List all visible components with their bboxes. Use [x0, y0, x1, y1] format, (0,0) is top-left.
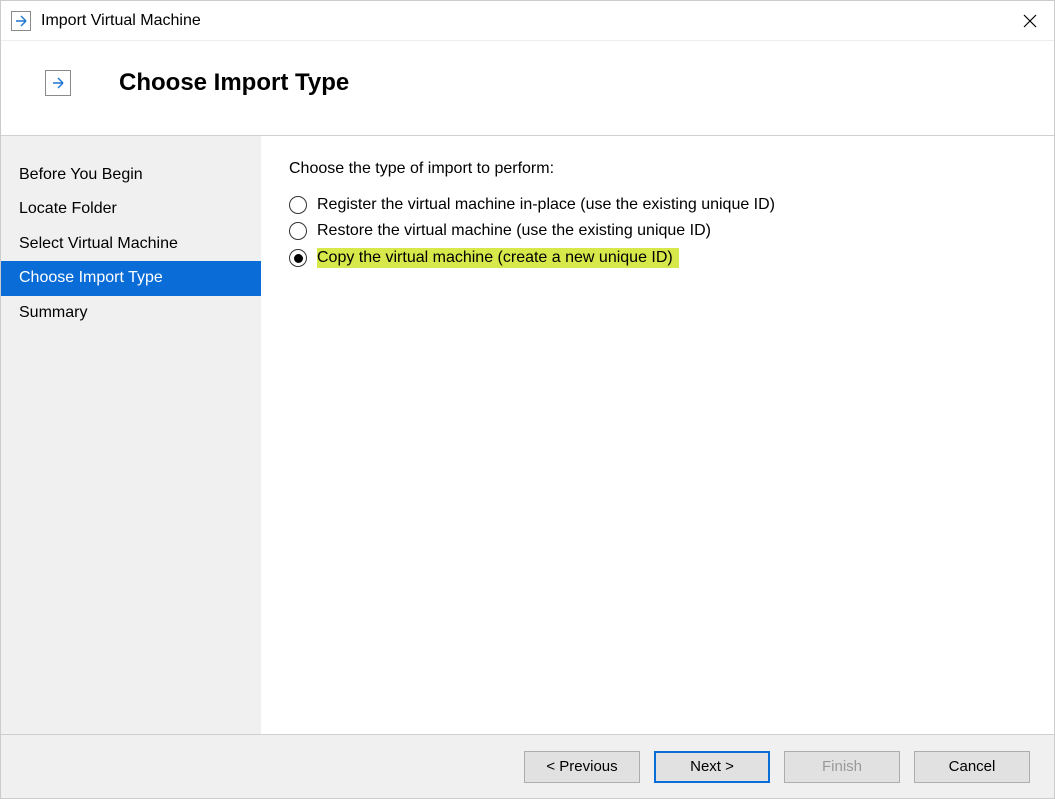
close-button[interactable]	[1006, 1, 1054, 40]
wizard-body: Before You Begin Locate Folder Select Vi…	[1, 135, 1054, 734]
import-icon	[45, 70, 71, 96]
next-button[interactable]: Next >	[654, 751, 770, 783]
option-restore[interactable]: Restore the virtual machine (use the exi…	[289, 222, 1026, 240]
import-vm-wizard-window: Import Virtual Machine Choose Import Typ…	[0, 0, 1055, 799]
step-choose-import-type[interactable]: Choose Import Type	[1, 261, 261, 295]
radio-copy[interactable]	[289, 249, 307, 267]
step-before-you-begin[interactable]: Before You Begin	[1, 158, 261, 192]
wizard-steps-sidebar: Before You Begin Locate Folder Select Vi…	[1, 136, 261, 734]
window-title: Import Virtual Machine	[41, 12, 1006, 30]
page-title: Choose Import Type	[119, 69, 349, 97]
import-type-prompt: Choose the type of import to perform:	[289, 160, 1026, 178]
previous-button[interactable]: < Previous	[524, 751, 640, 783]
step-summary[interactable]: Summary	[1, 296, 261, 330]
option-restore-label: Restore the virtual machine (use the exi…	[317, 222, 711, 240]
step-select-virtual-machine[interactable]: Select Virtual Machine	[1, 227, 261, 261]
finish-button: Finish	[784, 751, 900, 783]
option-copy-label: Copy the virtual machine (create a new u…	[317, 248, 679, 268]
import-icon	[11, 11, 31, 31]
cancel-button[interactable]: Cancel	[914, 751, 1030, 783]
radio-restore[interactable]	[289, 222, 307, 240]
step-locate-folder[interactable]: Locate Folder	[1, 192, 261, 226]
close-icon	[1023, 14, 1037, 28]
radio-register[interactable]	[289, 196, 307, 214]
option-copy[interactable]: Copy the virtual machine (create a new u…	[289, 248, 1026, 268]
wizard-content: Choose the type of import to perform: Re…	[261, 136, 1054, 734]
titlebar: Import Virtual Machine	[1, 1, 1054, 41]
option-register-label: Register the virtual machine in-place (u…	[317, 196, 775, 214]
wizard-header: Choose Import Type	[1, 41, 1054, 135]
option-register-in-place[interactable]: Register the virtual machine in-place (u…	[289, 196, 1026, 214]
wizard-footer: < Previous Next > Finish Cancel	[1, 734, 1054, 798]
